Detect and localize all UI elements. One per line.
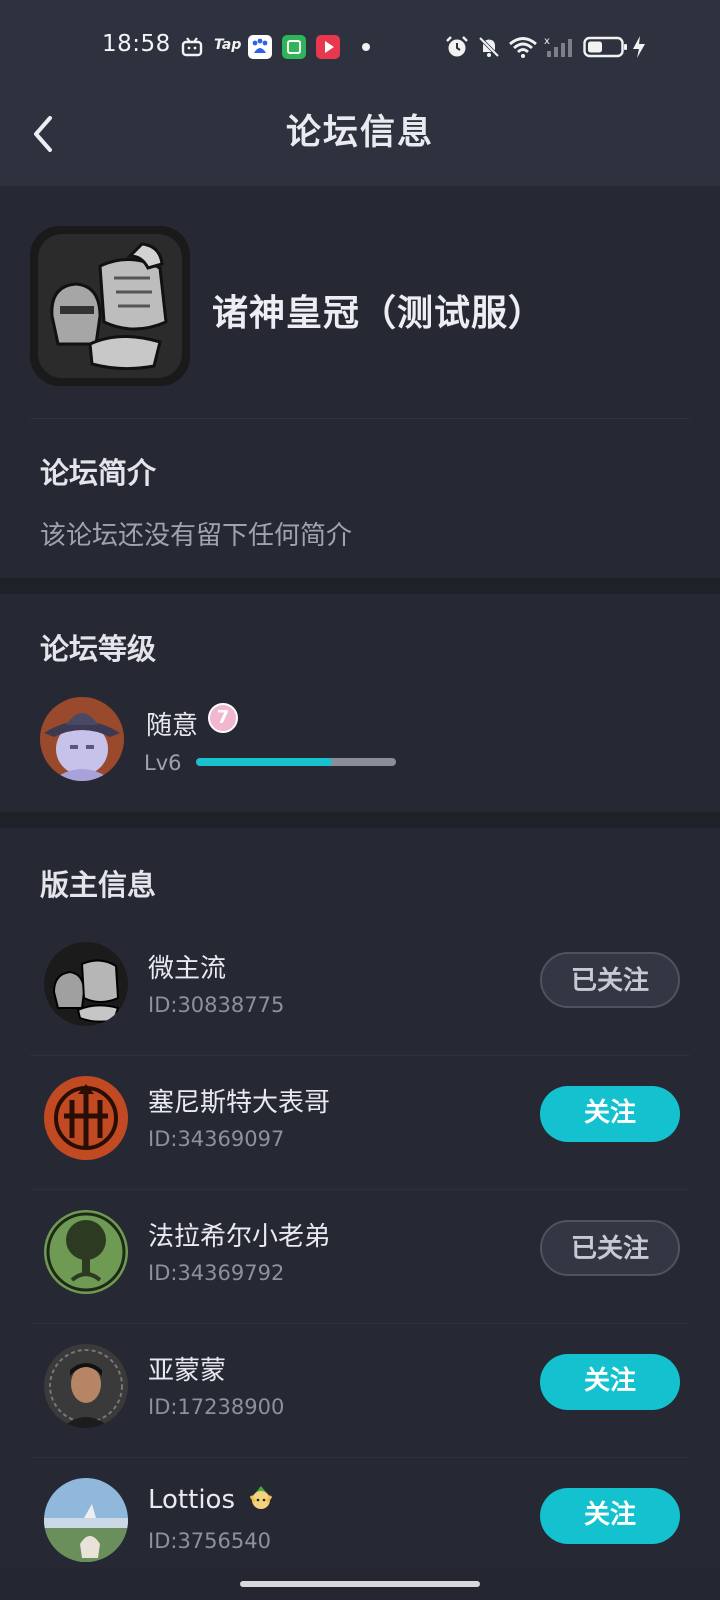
avatar[interactable] [40, 697, 124, 781]
armor-icon [30, 226, 190, 386]
bilibili-tv-icon [181, 37, 203, 57]
level-progress-bar [196, 758, 396, 766]
level-label: Lv6 [144, 751, 182, 775]
section-divider [0, 578, 720, 594]
forum-logo [30, 226, 190, 386]
status-time: 18:58 [102, 31, 171, 57]
charging-icon [633, 36, 645, 58]
moderator-name: 亚蒙蒙 [148, 1356, 227, 1386]
section-divider [0, 812, 720, 828]
follow-button[interactable]: 关注 [540, 1086, 680, 1142]
follow-button[interactable]: 关注 [540, 1488, 680, 1544]
moderator-name: 塞尼斯特大表哥 [148, 1088, 331, 1118]
following-button[interactable]: 已关注 [540, 1220, 680, 1276]
moderator-id: ID:3756540 [148, 1529, 271, 1553]
mute-bell-icon [478, 36, 500, 58]
follow-button[interactable]: 关注 [540, 1354, 680, 1410]
intro-text: 该论坛还没有留下任何简介 [40, 521, 353, 551]
signal-icon: x [544, 36, 572, 57]
moderator-name: Lottios [148, 1484, 275, 1515]
level-title: 论坛等级 [40, 632, 157, 666]
baidu-icon [248, 35, 272, 59]
dot-icon [362, 43, 370, 51]
moderator-name: 法拉希尔小老弟 [148, 1222, 331, 1252]
page-title: 论坛信息 [285, 113, 434, 153]
avatar[interactable] [44, 1210, 128, 1294]
level-badge: 7 [208, 703, 238, 733]
alarm-icon [446, 36, 468, 57]
green-app-icon [282, 35, 306, 59]
moderator-name-text: Lottios [148, 1485, 236, 1515]
moderator-id: ID:17238900 [148, 1395, 285, 1419]
moderators-title: 版主信息 [40, 868, 157, 902]
following-button[interactable]: 已关注 [540, 952, 680, 1008]
home-indicator[interactable] [240, 1581, 480, 1587]
battery-icon [583, 36, 627, 58]
avatar[interactable] [44, 1478, 128, 1562]
moderator-row[interactable]: Lottios ID:3756540 关注 [30, 1458, 690, 1592]
moderator-row[interactable]: 塞尼斯特大表哥 ID:34369097 关注 [30, 1056, 690, 1190]
svg-text:x: x [544, 36, 550, 47]
avatar[interactable] [44, 942, 128, 1026]
moderator-row[interactable]: 法拉希尔小老弟 ID:34369792 已关注 [30, 1190, 690, 1324]
forum-name: 诸神皇冠（测试服） [212, 293, 546, 334]
intro-title: 论坛简介 [40, 456, 157, 490]
moderator-id: ID:30838775 [148, 993, 285, 1017]
moderator-id: ID:34369097 [148, 1127, 285, 1151]
tap-icon: Tap [214, 37, 242, 53]
wifi-icon [509, 37, 537, 58]
video-app-icon [316, 35, 340, 59]
moderator-name: 微主流 [148, 954, 227, 984]
avatar[interactable] [44, 1344, 128, 1428]
header-divider [30, 418, 690, 419]
user-name: 随意 [146, 711, 199, 741]
avatar[interactable] [44, 1076, 128, 1160]
moderator-row[interactable]: 微主流 ID:30838775 已关注 [30, 922, 690, 1056]
moderator-id: ID:34369792 [148, 1261, 285, 1285]
moderator-row[interactable]: 亚蒙蒙 ID:17238900 关注 [30, 1324, 690, 1458]
emoji-badge-icon [250, 1486, 273, 1509]
status-bar: 18:58 Tap x [0, 0, 720, 96]
level-progress-fill [196, 758, 332, 766]
